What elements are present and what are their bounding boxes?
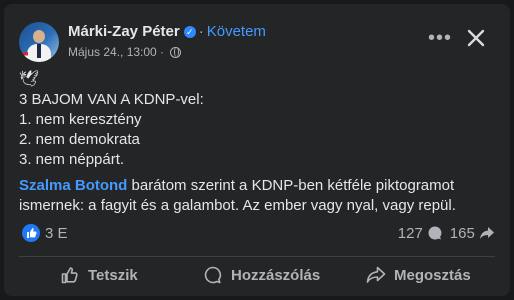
mention-link[interactable]: Szalma Botond [19, 177, 127, 194]
post-meta: Május 24., 13:00 · [68, 44, 182, 60]
author-avatar[interactable] [19, 22, 59, 62]
paragraph-text-1: barátom szerint a KDNP-ben kétféle pikto… [127, 177, 455, 194]
comment-bubble-icon [428, 226, 442, 240]
comments-count[interactable]: 127 [398, 225, 443, 242]
separator-dot: · [198, 23, 204, 40]
comment-icon [204, 266, 222, 284]
like-button[interactable]: Tetszik [60, 262, 138, 290]
close-button[interactable] [462, 24, 490, 52]
share-button[interactable]: Megosztás [366, 262, 471, 290]
reactions-bar: 3 E 127 165 [19, 224, 495, 246]
actions-divider [19, 256, 495, 257]
post-line-1: 3 BAJOM VAN A KDNP-vel: [19, 91, 204, 108]
more-options-button[interactable]: ••• [426, 26, 454, 54]
post-header: Márki-Zay Péter ✓ · Követem [68, 22, 266, 42]
post-paragraph-line-2: ismernek: a fagyit és a galambot. Az emb… [19, 197, 456, 214]
post-timestamp[interactable]: Május 24., 13:00 · [68, 45, 164, 59]
comment-button[interactable]: Hozzászólás [203, 262, 320, 290]
share-icon [366, 266, 386, 283]
avatar-tie [37, 44, 41, 58]
public-globe-icon [170, 47, 182, 58]
close-icon [467, 29, 485, 47]
comment-label: Hozzászólás [231, 267, 321, 284]
avatar-head [33, 30, 45, 43]
author-name[interactable]: Márki-Zay Péter [68, 23, 180, 40]
shares-count[interactable]: 165 [450, 225, 495, 242]
like-reaction-icon[interactable] [22, 224, 40, 242]
post-line-3: 2. nem demokrata [19, 131, 140, 148]
share-label: Megosztás [394, 267, 471, 284]
post-paragraph-line-1: Szalma Botond barátom szerint a KDNP-ben… [19, 176, 454, 196]
share-arrow-icon [480, 227, 494, 239]
dove-emoji: 🕊 [19, 71, 40, 88]
post-card: Márki-Zay Péter ✓ · Követem Május 24., 13:0… [4, 4, 510, 296]
post-line-2: 1. nem keresztény [19, 111, 142, 128]
avatar-flag-icon [23, 52, 28, 62]
shares-count-value: 165 [449, 225, 475, 242]
verified-badge-icon: ✓ [183, 26, 196, 38]
comments-count-value: 127 [397, 225, 423, 242]
reactions-count[interactable]: 3 E [45, 225, 68, 242]
thumbs-up-icon [61, 267, 78, 284]
follow-button[interactable]: Követem [207, 23, 266, 40]
like-label: Tetszik [88, 267, 138, 284]
post-line-4: 3. nem néppárt. [19, 151, 125, 168]
